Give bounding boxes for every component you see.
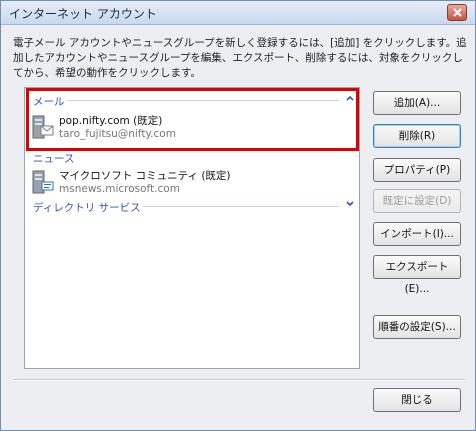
account-item-mail[interactable]: pop.nifty.com (既定) taro_fujitsu@nifty.co… <box>29 110 353 152</box>
group-header-news[interactable]: ニュース <box>33 151 355 165</box>
close-icon <box>453 8 462 17</box>
group-label-news: ニュース <box>33 153 75 165</box>
set-default-button: 既定に設定(D) <box>373 189 461 213</box>
account-address: msnews.microsoft.com <box>59 183 180 195</box>
mail-server-icon <box>32 115 54 139</box>
group-label-mail: メール <box>33 96 65 108</box>
chevron-down-icon <box>346 201 354 207</box>
group-divider <box>67 100 339 101</box>
group-label-directory: ディレクトリ サービス <box>33 202 141 214</box>
group-header-mail[interactable]: メール <box>33 94 355 108</box>
account-address: taro_fujitsu@nifty.com <box>59 128 176 140</box>
footer-divider <box>13 379 465 381</box>
close-button[interactable]: 閉じる <box>373 388 461 412</box>
instructions-text: 電子メール アカウントやニュースグループを新しく登録するには、[追加] をクリッ… <box>13 37 467 79</box>
news-server-icon <box>32 170 54 194</box>
close-window-button[interactable] <box>447 4 467 21</box>
group-divider <box>143 206 339 207</box>
group-header-directory[interactable]: ディレクトリ サービス <box>33 200 355 214</box>
delete-button[interactable]: 削除(R) <box>373 124 461 148</box>
order-settings-button[interactable]: 順番の設定(S)... <box>373 315 461 339</box>
account-name: pop.nifty.com (既定) <box>59 115 163 127</box>
export-button[interactable]: エクスポート(E)... <box>373 255 461 295</box>
add-button[interactable]: 追加(A)... <box>373 91 461 115</box>
title-bar: インターネット アカウント <box>1 1 475 25</box>
internet-accounts-dialog: インターネット アカウント 電子メール アカウントやニュースグループを新しく登録… <box>0 0 476 431</box>
properties-button[interactable]: プロパティ(P) <box>373 158 461 182</box>
import-button[interactable]: インポート(I)... <box>373 222 461 246</box>
window-title: インターネット アカウント <box>9 7 157 21</box>
chevron-up-icon <box>346 95 354 101</box>
account-name: マイクロソフト コミュニティ (既定) <box>59 170 231 182</box>
accounts-list[interactable]: メール pop.nifty.com (既定) taro_fujitsu@nift… <box>24 87 360 369</box>
